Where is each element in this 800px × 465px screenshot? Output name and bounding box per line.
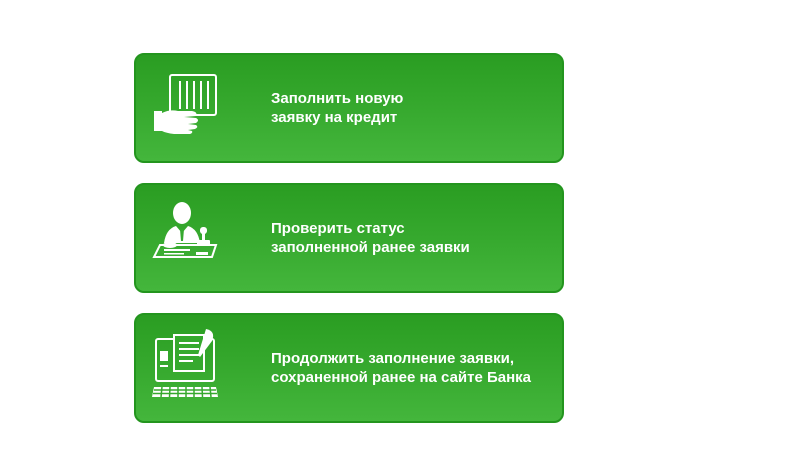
continue-application-label: Продолжить заполнение заявки, сохраненно… [271, 315, 531, 421]
check-status-label-line1: Проверить статус [271, 220, 405, 237]
new-application-label-line2: заявку на кредит [271, 109, 398, 126]
check-status-button[interactable]: Проверить статус заполненной ранее заявк… [134, 183, 564, 293]
check-status-label: Проверить статус заполненной ранее заявк… [271, 185, 470, 291]
continue-application-label-line1: Продолжить заполнение заявки, [271, 350, 514, 367]
computer-document-quill-icon [150, 329, 222, 405]
new-application-label-line1: Заполнить новую [271, 90, 404, 107]
continue-application-label-line2: сохраненной ранее на сайте Банка [271, 369, 532, 386]
check-status-label-line2: заполненной ранее заявки [271, 239, 470, 256]
hand-with-barcode-card-icon [150, 69, 222, 145]
new-application-label: Заполнить новую заявку на кредит [271, 55, 403, 161]
new-application-button[interactable]: Заполнить новую заявку на кредит [134, 53, 564, 163]
loan-menu: Заполнить новую заявку на кредит Провери… [134, 53, 564, 443]
clerk-with-stamp-icon [150, 199, 222, 275]
continue-application-button[interactable]: Продолжить заполнение заявки, сохраненно… [134, 313, 564, 423]
